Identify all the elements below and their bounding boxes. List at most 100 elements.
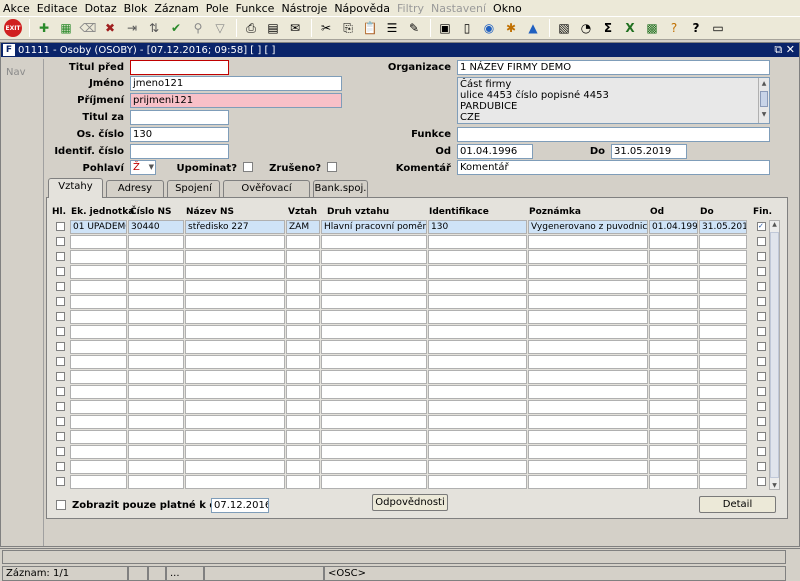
table-cell[interactable] [649, 430, 698, 444]
report-icon[interactable]: ▧ [554, 18, 574, 38]
table-cell[interactable] [699, 385, 747, 399]
table-cell[interactable] [185, 430, 285, 444]
row-fin-checkbox[interactable] [757, 327, 766, 336]
table-cell[interactable] [185, 250, 285, 264]
row-fin-checkbox[interactable] [757, 252, 766, 261]
table-cell[interactable] [428, 265, 527, 279]
table-cell[interactable]: Hlavní pracovní poměr [321, 220, 427, 234]
commit-icon[interactable]: ✔ [166, 18, 186, 38]
table-cell[interactable] [185, 340, 285, 354]
table-cell[interactable] [185, 265, 285, 279]
table-cell[interactable] [428, 325, 527, 339]
table-cell[interactable] [699, 445, 747, 459]
table-cell[interactable] [321, 355, 427, 369]
jmeno-field[interactable]: jmeno121 [130, 76, 342, 91]
table-cell[interactable] [428, 355, 527, 369]
table-cell[interactable] [70, 235, 127, 249]
table-cell[interactable] [428, 430, 527, 444]
table-cell[interactable] [428, 340, 527, 354]
row-hl-checkbox[interactable] [56, 462, 65, 471]
table-cell[interactable] [286, 415, 320, 429]
table-cell[interactable] [128, 415, 184, 429]
table-cell[interactable] [70, 280, 127, 294]
table-cell[interactable] [699, 250, 747, 264]
chevron-down-icon[interactable]: ▼ [149, 161, 154, 174]
exit-button[interactable]: EXIT [3, 18, 23, 38]
row-fin-checkbox[interactable] [757, 372, 766, 381]
nav-label[interactable]: Nav [6, 67, 26, 78]
table-cell[interactable] [528, 445, 648, 459]
row-hl-checkbox[interactable] [56, 447, 65, 456]
do-field[interactable]: 31.05.2019 [611, 144, 687, 159]
chevron-down-icon[interactable]: ▼ [770, 482, 779, 489]
table-cell[interactable] [70, 265, 127, 279]
table-cell[interactable] [528, 460, 648, 474]
scroll-thumb[interactable] [760, 91, 768, 107]
export-icon[interactable]: ▩ [642, 18, 662, 38]
table-cell[interactable] [185, 235, 285, 249]
row-fin-checkbox[interactable] [757, 267, 766, 276]
table-cell[interactable] [649, 235, 698, 249]
table-cell[interactable] [699, 400, 747, 414]
table-cell[interactable] [428, 460, 527, 474]
table-cell[interactable] [649, 415, 698, 429]
excel-icon[interactable]: X [620, 18, 640, 38]
table-cell[interactable] [321, 475, 427, 489]
row-fin-checkbox[interactable] [757, 312, 766, 321]
table-cell[interactable] [286, 475, 320, 489]
table-cell[interactable] [649, 250, 698, 264]
row-fin-checkbox[interactable] [757, 417, 766, 426]
table-cell[interactable] [649, 445, 698, 459]
print-icon[interactable]: ⎙ [241, 18, 261, 38]
window-controls[interactable]: ⧉ ✕ [774, 43, 795, 57]
row-hl-checkbox[interactable] [56, 327, 65, 336]
table-cell[interactable] [699, 370, 747, 384]
table-cell[interactable]: 130 [428, 220, 527, 234]
organizace-field[interactable]: 1 NÁZEV FIRMY DEMO [457, 60, 770, 75]
menu-item-filtry[interactable]: Filtry [397, 2, 424, 15]
tab-adresy[interactable]: Adresy [106, 180, 164, 197]
tab-overovaci-dolozka[interactable]: Ověřovací doložka [223, 180, 310, 210]
table-cell[interactable] [699, 235, 747, 249]
table-cell[interactable] [528, 415, 648, 429]
chevron-down-icon[interactable]: ▼ [759, 109, 769, 120]
table-cell[interactable]: 01 UPADEMO [70, 220, 127, 234]
table-cell[interactable] [428, 280, 527, 294]
table-cell[interactable]: ZAM [286, 220, 320, 234]
table-cell[interactable] [699, 280, 747, 294]
table-cell[interactable] [321, 340, 427, 354]
menu-item-funkce[interactable]: Funkce [236, 2, 275, 15]
table-cell[interactable] [128, 400, 184, 414]
row-fin-checkbox[interactable] [757, 342, 766, 351]
row-fin-checkbox[interactable] [757, 402, 766, 411]
table-cell[interactable] [70, 340, 127, 354]
table-cell[interactable] [128, 265, 184, 279]
row-hl-checkbox[interactable] [56, 297, 65, 306]
table-cell[interactable] [185, 475, 285, 489]
menu-item-blok[interactable]: Blok [124, 2, 148, 15]
filter-date-field[interactable]: 07.12.2016 [211, 498, 269, 513]
prijmeni-field[interactable]: prijmeni121 [130, 93, 342, 108]
list-icon[interactable]: ☰ [382, 18, 402, 38]
table-cell[interactable] [128, 280, 184, 294]
table-cell[interactable]: 30440 [128, 220, 184, 234]
table-cell[interactable] [321, 235, 427, 249]
table-cell[interactable] [128, 310, 184, 324]
cut-icon[interactable]: ✂ [316, 18, 336, 38]
table-cell[interactable] [528, 385, 648, 399]
table-cell[interactable] [185, 280, 285, 294]
table-cell[interactable] [128, 355, 184, 369]
table-cell[interactable] [428, 385, 527, 399]
delete-record-icon[interactable]: ⌫ [78, 18, 98, 38]
table-cell[interactable] [649, 385, 698, 399]
komentar-field[interactable]: Komentář [457, 160, 770, 175]
row-hl-checkbox[interactable] [56, 237, 65, 246]
table-cell[interactable] [321, 400, 427, 414]
table-cell[interactable] [321, 265, 427, 279]
remove-record-icon[interactable]: ✖ [100, 18, 120, 38]
row-fin-checkbox[interactable] [757, 432, 766, 441]
table-cell[interactable] [528, 475, 648, 489]
row-hl-checkbox[interactable] [56, 402, 65, 411]
row-hl-checkbox[interactable] [56, 282, 65, 291]
funkce-field[interactable] [457, 127, 770, 142]
